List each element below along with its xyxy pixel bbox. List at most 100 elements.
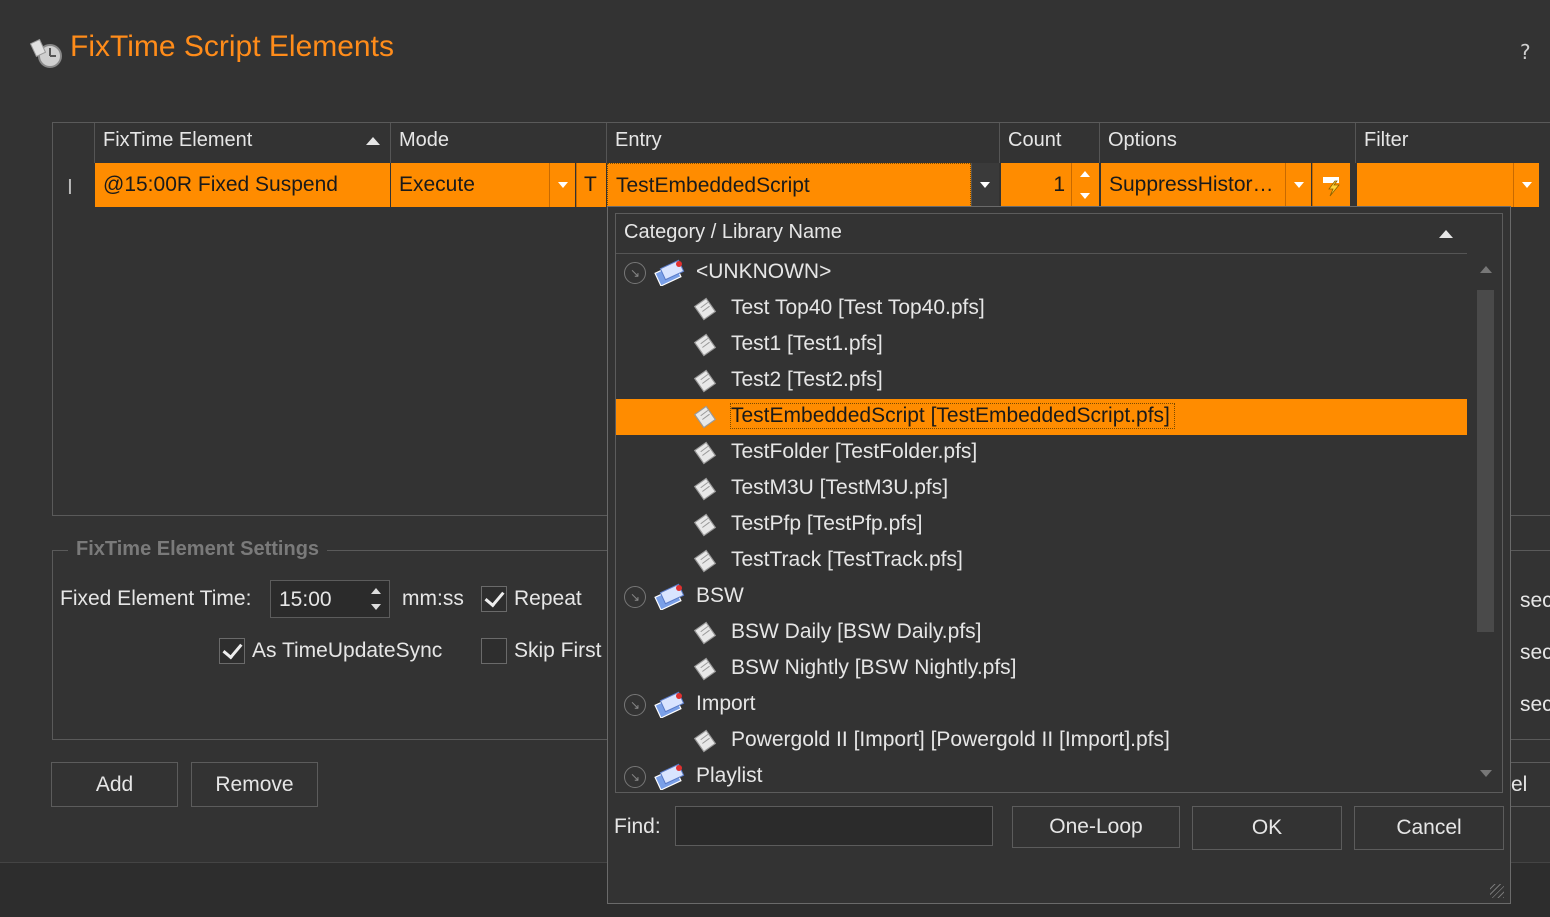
one-loop-button[interactable]: One-Loop: [1012, 806, 1180, 848]
tree-category-row[interactable]: ↘ Import: [616, 687, 1467, 723]
cell-count[interactable]: 1: [1001, 163, 1071, 207]
seconds-label: sec: [1520, 693, 1550, 716]
remove-button[interactable]: Remove: [191, 762, 318, 807]
script-icon: [692, 331, 720, 365]
scrollbar-thumb[interactable]: [1477, 290, 1494, 632]
resize-grip-icon[interactable]: [1490, 884, 1504, 898]
cancel-button[interactable]: Cancel: [1354, 806, 1504, 850]
tree-item-label: Test Top40 [Test Top40.pfs]: [731, 296, 985, 319]
filter-dropdown-button[interactable]: [1513, 163, 1539, 207]
ok-button[interactable]: OK: [1192, 806, 1342, 850]
scroll-down-icon[interactable]: [1480, 770, 1492, 777]
table-row[interactable]: I @15:00R Fixed Suspend Execute T TestEm…: [53, 163, 1550, 209]
script-icon: [692, 367, 720, 401]
mode-t-button[interactable]: T: [576, 163, 606, 207]
add-button[interactable]: Add: [51, 762, 178, 807]
script-icon: [692, 655, 720, 689]
repeat-label: Repeat: [514, 587, 582, 610]
column-header-count[interactable]: Count: [1000, 123, 1100, 163]
repeat-checkbox[interactable]: [481, 586, 507, 612]
tree-script-row[interactable]: Test Top40 [Test Top40.pfs]: [616, 291, 1467, 327]
collapse-icon[interactable]: ↘: [624, 694, 646, 716]
tree-item-label: TestM3U [TestM3U.pfs]: [731, 476, 949, 499]
category-folder-icon: [654, 762, 686, 796]
script-icon: [692, 727, 720, 761]
tree-item-label: BSW Nightly [BSW Nightly.pfs]: [731, 656, 1017, 679]
script-icon: [692, 403, 720, 437]
script-icon: [692, 475, 720, 509]
tree-script-row[interactable]: BSW Daily [BSW Daily.pfs]: [616, 615, 1467, 651]
tree-item-label: TestTrack [TestTrack.pfs]: [731, 548, 963, 571]
mode-dropdown-button[interactable]: [549, 163, 575, 207]
time-unit-label: mm:ss: [402, 587, 464, 610]
row-indicator-header: [53, 123, 95, 163]
script-icon: [692, 295, 720, 329]
script-icon: [692, 439, 720, 473]
spin-down-icon[interactable]: [1080, 193, 1090, 199]
seconds-label: sec: [1520, 641, 1550, 664]
tree-item-label: Test2 [Test2.pfs]: [731, 368, 883, 391]
spin-up-icon[interactable]: [371, 588, 381, 594]
spin-up-icon[interactable]: [1080, 171, 1090, 177]
sort-ascending-icon: [1439, 230, 1453, 238]
script-icon: [692, 511, 720, 545]
cell-entry[interactable]: TestEmbeddedScript: [607, 163, 971, 207]
find-input[interactable]: [675, 806, 993, 846]
column-header-category-library[interactable]: Category / Library Name: [616, 214, 1467, 254]
column-header-filter[interactable]: Filter: [1356, 123, 1550, 163]
tree-item-label: <UNKNOWN>: [696, 260, 832, 283]
tree-item-label: Powergold II [Import] [Powergold II [Imp…: [731, 728, 1170, 751]
find-label: Find:: [614, 815, 661, 838]
fixed-element-time-value: 15:00: [279, 588, 332, 611]
fixed-element-time-input[interactable]: 15:00: [270, 580, 390, 618]
tree-item-label: TestFolder [TestFolder.pfs]: [731, 440, 978, 463]
tree-script-row[interactable]: TestPfp [TestPfp.pfs]: [616, 507, 1467, 543]
tree-category-row[interactable]: ↘ BSW: [616, 579, 1467, 615]
spin-down-icon[interactable]: [371, 604, 381, 610]
options-edit-button[interactable]: [1312, 163, 1350, 207]
skip-first-checkbox[interactable]: [481, 638, 507, 664]
script-icon: [692, 547, 720, 581]
page-title: FixTime Script Elements: [70, 30, 394, 63]
tree-script-row[interactable]: Powergold II [Import] [Powergold II [Imp…: [616, 723, 1467, 759]
column-header-entry[interactable]: Entry: [607, 123, 1000, 163]
column-header-mode[interactable]: Mode: [391, 123, 607, 163]
tree-script-row[interactable]: TestFolder [TestFolder.pfs]: [616, 435, 1467, 471]
collapse-icon[interactable]: ↘: [624, 766, 646, 788]
tree-script-row[interactable]: Test2 [Test2.pfs]: [616, 363, 1467, 399]
tree-script-row[interactable]: TestM3U [TestM3U.pfs]: [616, 471, 1467, 507]
cell-filter[interactable]: [1357, 163, 1513, 207]
collapse-icon[interactable]: ↘: [624, 586, 646, 608]
tree-script-row[interactable]: BSW Nightly [BSW Nightly.pfs]: [616, 651, 1467, 687]
category-folder-icon: [654, 582, 686, 616]
tree-script-row[interactable]: Test1 [Test1.pfs]: [616, 327, 1467, 363]
column-header-fixtime-element[interactable]: FixTime Element: [95, 123, 391, 163]
tree-script-row[interactable]: TestEmbeddedScript [TestEmbeddedScript.p…: [616, 399, 1467, 435]
cell-fixtime-element[interactable]: @15:00R Fixed Suspend: [95, 163, 390, 207]
tree-item-label: TestPfp [TestPfp.pfs]: [731, 512, 923, 535]
tree-script-row[interactable]: TestTrack [TestTrack.pfs]: [616, 543, 1467, 579]
tree-item-label: BSW: [696, 584, 744, 607]
scroll-up-icon[interactable]: [1480, 266, 1492, 273]
options-dropdown-button[interactable]: [1285, 163, 1311, 207]
settings-group-label: FixTime Element Settings: [68, 538, 328, 561]
seconds-label: sec: [1520, 589, 1550, 612]
script-elements-icon: [29, 36, 64, 70]
category-folder-icon: [654, 690, 686, 724]
tree-item-label: TestEmbeddedScript [TestEmbeddedScript.p…: [730, 403, 1175, 429]
help-button[interactable]: ?: [1520, 40, 1531, 64]
column-header-label: FixTime Element: [103, 129, 253, 151]
cell-mode[interactable]: Execute: [391, 163, 549, 207]
time-update-sync-checkbox[interactable]: [219, 638, 245, 664]
count-spin-buttons[interactable]: [1071, 163, 1099, 207]
entry-dropdown-button[interactable]: [971, 163, 999, 207]
tree-category-row[interactable]: ↘ <UNKNOWN>: [616, 255, 1467, 291]
fixed-element-time-label: Fixed Element Time:: [60, 587, 252, 610]
row-edit-indicator: I: [67, 175, 73, 199]
tree-item-label: Playlist: [696, 764, 763, 787]
column-header-options[interactable]: Options: [1100, 123, 1356, 163]
cell-options[interactable]: SuppressHistor…: [1101, 163, 1285, 207]
tree-category-row[interactable]: ↘ Playlist: [616, 759, 1467, 795]
tree-item-label: Import: [696, 692, 756, 715]
collapse-icon[interactable]: ↘: [624, 262, 646, 284]
